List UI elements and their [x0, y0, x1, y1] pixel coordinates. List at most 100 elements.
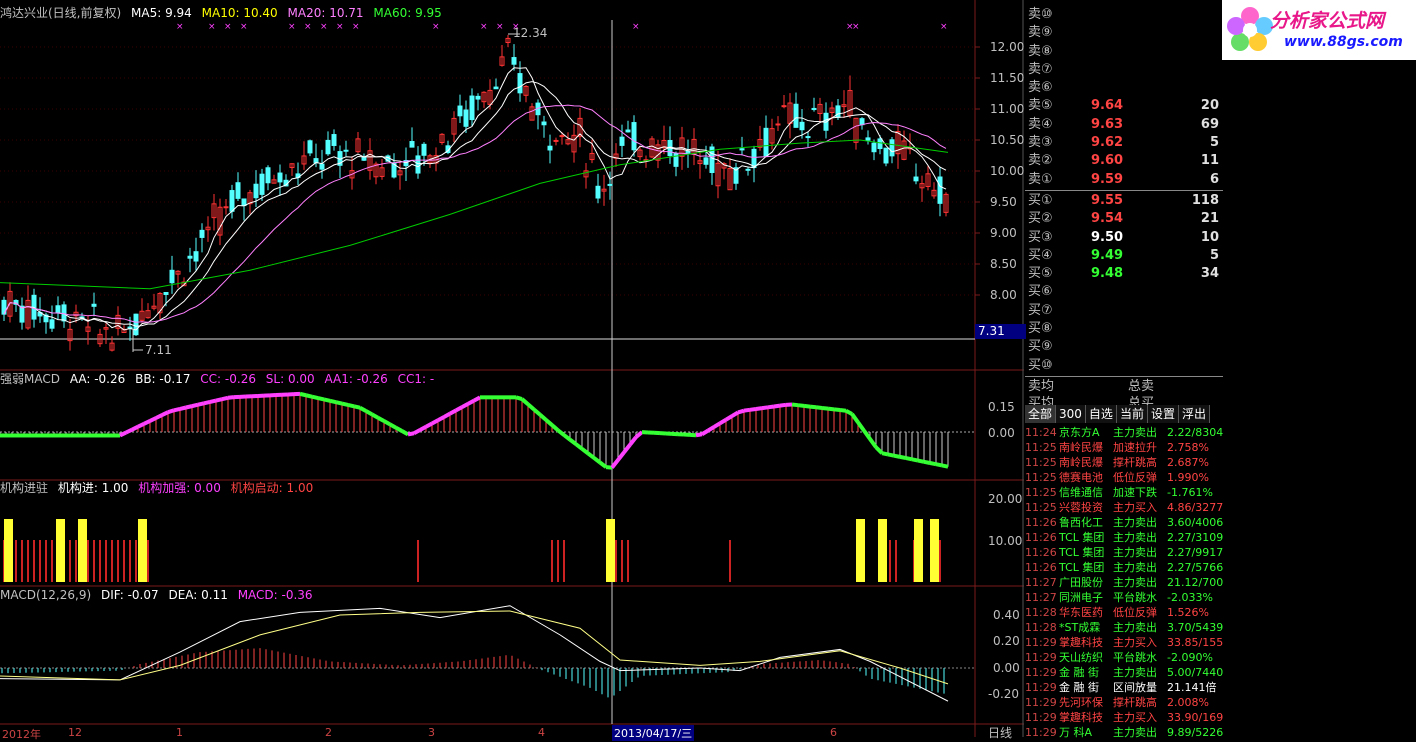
bid-level-1[interactable]: 买①9.55118 — [1025, 192, 1223, 210]
ticker-value: 33.85/155 — [1167, 635, 1223, 650]
period-label[interactable]: 日线 — [988, 724, 1012, 741]
strength-trend-segment — [744, 410, 750, 411]
ticker-row[interactable]: 11:27广田股份主力卖出21.12/700 — [1025, 575, 1223, 590]
level-price: 9.64 — [1091, 97, 1123, 115]
level-volume: 10 — [1201, 229, 1219, 247]
ask-level-3[interactable]: 卖⑧ — [1025, 43, 1223, 61]
candle-body — [794, 104, 798, 127]
level-volume: 20 — [1201, 97, 1219, 115]
candle-body — [464, 110, 468, 126]
ticker-row[interactable]: 11:29万 科A主力卖出9.89/5226 — [1025, 725, 1223, 740]
sl-label: SL: 0.00 — [266, 372, 315, 386]
tab-settings[interactable]: 设置 — [1148, 405, 1179, 423]
ask-level-10[interactable]: 卖①9.596 — [1025, 171, 1223, 189]
ticker-stock: 德赛电池 — [1059, 470, 1103, 485]
ticker-action: 主力买入 — [1113, 500, 1157, 515]
ticker-row[interactable]: 11:29掌趣科技主力买入33.90/169 — [1025, 710, 1223, 725]
strength-trend-segment — [126, 430, 132, 433]
ticker-row[interactable]: 11:29金 融 街主力卖出5.00/7440 — [1025, 665, 1223, 680]
ask-level-4[interactable]: 卖⑦ — [1025, 61, 1223, 79]
macd-name: MACD(12,26,9) — [0, 588, 91, 602]
ticker-row[interactable]: 11:29金 融 街区间放量21.141倍 — [1025, 680, 1223, 695]
bid-level-10[interactable]: 买⑩ — [1025, 357, 1223, 375]
jigou-yellow-bar — [878, 519, 887, 582]
ticker-row[interactable]: 11:26鲁西化工主力卖出3.60/4006 — [1025, 515, 1223, 530]
strength-trend-segment — [552, 425, 558, 430]
strength-trend-segment — [162, 412, 168, 415]
ticker-action: 主力买入 — [1113, 635, 1157, 650]
bid-level-4[interactable]: 买④9.495 — [1025, 247, 1223, 265]
macd-value-label: MACD: -0.36 — [238, 588, 313, 602]
ticker-value: 2.758% — [1167, 440, 1209, 455]
ticker-row[interactable]: 11:26TCL 集团主力卖出2.27/5766 — [1025, 560, 1223, 575]
ticker-row[interactable]: 11:29天山纺织平台跳水-2.090% — [1025, 650, 1223, 665]
ask-level-6[interactable]: 卖⑤9.6420 — [1025, 97, 1223, 115]
ask-level-7[interactable]: 卖④9.6369 — [1025, 116, 1223, 134]
ticker-row[interactable]: 11:25南岭民爆撑杆跳高2.687% — [1025, 455, 1223, 470]
tab-all[interactable]: 全部 — [1025, 405, 1056, 423]
axis-macd-2: 0.00 — [993, 661, 1020, 675]
strength-trend-segment — [558, 430, 564, 435]
ticker-time: 11:25 — [1025, 485, 1057, 500]
candle-body — [878, 139, 882, 149]
jigou-title: 机构进驻 机构进: 1.00 机构加强: 0.00 机构启动: 1.00 — [0, 481, 319, 495]
axis-macd-0: 0.40 — [993, 608, 1020, 622]
ticker-stock: 掌趣科技 — [1059, 710, 1103, 725]
ticker-row[interactable]: 11:25德赛电池低位反弹1.990% — [1025, 470, 1223, 485]
ticker-row[interactable]: 11:26TCL 集团主力卖出2.27/3109 — [1025, 530, 1223, 545]
bid-level-9[interactable]: 买⑨ — [1025, 338, 1223, 356]
level-label: 买⑨ — [1028, 338, 1053, 356]
tab-float[interactable]: 浮出 — [1179, 405, 1210, 423]
candle-body — [50, 320, 54, 328]
ticker-row[interactable]: 11:26TCL 集团主力卖出2.27/9917 — [1025, 545, 1223, 560]
stock-chart[interactable]: ××××××××××××××××× — [0, 0, 1024, 737]
bid-level-2[interactable]: 买②9.5421 — [1025, 210, 1223, 228]
level-label: 买① — [1028, 192, 1053, 210]
logo-url[interactable]: www.88gs.com — [1284, 34, 1403, 50]
strength-trend-segment — [300, 394, 306, 395]
ask-level-5[interactable]: 卖⑥ — [1025, 79, 1223, 97]
strength-trend-segment — [402, 431, 408, 434]
ticker-row[interactable]: 11:25兴蓉投资主力买入4.86/3277 — [1025, 500, 1223, 515]
jigou-yellow-bar — [856, 519, 865, 582]
ticker-row[interactable]: 11:28*ST成霖主力卖出3.70/5439 — [1025, 620, 1223, 635]
ask-level-2[interactable]: 卖⑨ — [1025, 24, 1223, 42]
date-label-7: 6 — [830, 726, 837, 739]
axis-main-2: 11.00 — [990, 102, 1024, 116]
candle-body — [194, 252, 198, 261]
ticker-stock: 金 融 街 — [1059, 665, 1099, 680]
ticker-row[interactable]: 11:29掌趣科技主力买入33.85/155 — [1025, 635, 1223, 650]
ask-level-1[interactable]: 卖⑩ — [1025, 6, 1223, 24]
ticker-row[interactable]: 11:29先河环保撑杆跳高2.008% — [1025, 695, 1223, 710]
tab-watchlist[interactable]: 自选 — [1086, 405, 1117, 423]
strength-trend-segment — [306, 395, 312, 396]
dif-line — [0, 606, 948, 701]
ticker-row[interactable]: 11:25南岭民爆加速拉升2.758% — [1025, 440, 1223, 455]
tab-current[interactable]: 当前 — [1117, 405, 1148, 423]
macd-title: MACD(12,26,9) DIF: -0.07 DEA: 0.11 MACD:… — [0, 588, 319, 602]
candle-body — [674, 153, 678, 166]
strength-trend-segment — [714, 423, 720, 427]
bid-level-3[interactable]: 买③9.5010 — [1025, 229, 1223, 247]
level-label: 卖③ — [1028, 134, 1053, 152]
strength-trend-segment — [414, 430, 420, 433]
macd-strong-name: 强弱MACD — [0, 372, 60, 386]
ticker-row[interactable]: 11:25信维通信加速下跌-1.761% — [1025, 485, 1223, 500]
strength-trend-segment — [762, 407, 768, 408]
ticker-action: 主力卖出 — [1113, 530, 1157, 545]
ask-level-9[interactable]: 卖②9.6011 — [1025, 152, 1223, 170]
tab-300[interactable]: 300 — [1056, 405, 1086, 423]
ticker-row[interactable]: 11:24京东方A主力卖出2.22/8304 — [1025, 425, 1223, 440]
bid-level-7[interactable]: 买⑦ — [1025, 302, 1223, 320]
strength-trend-segment — [330, 401, 336, 402]
ticker-row[interactable]: 11:28华东医药低位反弹1.526% — [1025, 605, 1223, 620]
candle-body — [164, 293, 168, 295]
bid-level-6[interactable]: 买⑥ — [1025, 283, 1223, 301]
level-label: 买⑥ — [1028, 283, 1053, 301]
ask-level-8[interactable]: 卖③9.625 — [1025, 134, 1223, 152]
candle-body — [410, 142, 414, 148]
bid-level-5[interactable]: 买⑤9.4834 — [1025, 265, 1223, 283]
bid-level-8[interactable]: 买⑧ — [1025, 320, 1223, 338]
candle-body — [494, 87, 498, 89]
ticker-row[interactable]: 11:27同洲电子平台跳水-2.033% — [1025, 590, 1223, 605]
